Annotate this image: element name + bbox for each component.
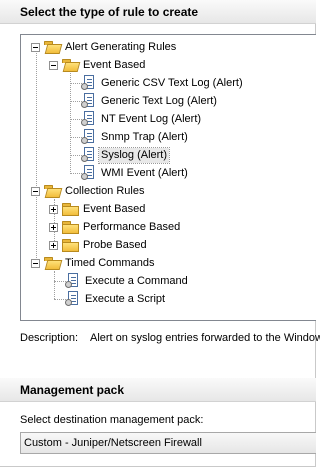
tree-node-collection-rules[interactable]: Collection Rules [31, 182, 146, 200]
tree-line [54, 271, 55, 299]
script-icon [65, 291, 79, 307]
management-pack-header: Management pack [0, 378, 316, 402]
description-label: Description: [20, 332, 79, 344]
tree-line [70, 71, 71, 174]
tree-node-label: Execute a Script [85, 292, 166, 305]
tree-node-label: Execute a Command [85, 274, 188, 287]
tree-node-label: WMI Event (Alert) [101, 166, 188, 179]
tree-node-label: Event Based [83, 58, 146, 71]
tree-node-label: Timed Commands [65, 256, 155, 269]
folder-open-icon [62, 59, 78, 71]
tree-node-timed-commands[interactable]: Timed Commands [31, 254, 156, 272]
rule-icon [81, 129, 95, 145]
rule-icon [81, 111, 95, 127]
tree-node-label: Syslog (Alert) [97, 146, 171, 164]
tree-node-collection-event-based[interactable]: Event Based [49, 200, 147, 218]
tree-node-snmp-trap-alert[interactable]: Snmp Trap (Alert) [81, 128, 190, 146]
tree-node-execute-script[interactable]: Execute a Script [65, 290, 167, 308]
rule-icon [81, 93, 95, 109]
tree-node-execute-command[interactable]: Execute a Command [65, 272, 190, 290]
collapse-icon[interactable] [31, 42, 40, 52]
folder-open-icon [44, 185, 60, 197]
tree-node-label: Collection Rules [65, 184, 145, 197]
description-text: Alert on syslog entries forwarded to the… [90, 332, 320, 344]
tree-node-label: Generic CSV Text Log (Alert) [101, 76, 243, 89]
tree-node-label: Event Based [83, 202, 146, 215]
folder-open-icon [44, 257, 60, 269]
tree-node-wmi-event-alert[interactable]: WMI Event (Alert) [81, 164, 190, 182]
tree-node-label: Performance Based [83, 220, 181, 233]
management-pack-title: Management pack [20, 383, 125, 397]
folder-icon [62, 221, 79, 234]
tree-node-alert-rules[interactable]: Alert Generating Rules [31, 38, 178, 56]
rule-icon [81, 147, 95, 163]
tree-node-performance-based[interactable]: Performance Based [49, 218, 182, 236]
expand-icon[interactable] [49, 222, 58, 232]
management-pack-select-label: Select destination management pack: [20, 414, 204, 426]
expand-icon[interactable] [49, 240, 58, 250]
tree-node-label: Alert Generating Rules [65, 40, 177, 53]
tree-node-generic-csv-alert[interactable]: Generic CSV Text Log (Alert) [81, 74, 245, 92]
rule-icon [81, 165, 95, 181]
tree-node-alert-event-based[interactable]: Event Based [49, 56, 147, 74]
rule-type-title: Select the type of rule to create [20, 5, 199, 19]
collapse-icon[interactable] [49, 60, 58, 70]
rule-type-header: Select the type of rule to create [0, 0, 316, 24]
folder-open-icon [44, 41, 60, 53]
folder-icon [62, 203, 79, 216]
collapse-icon[interactable] [31, 258, 40, 268]
tree-line [36, 47, 37, 266]
tree-node-label: Generic Text Log (Alert) [101, 94, 217, 107]
tree-node-label: Probe Based [83, 238, 147, 251]
rule-icon [81, 75, 95, 91]
tree-node-generic-text-alert[interactable]: Generic Text Log (Alert) [81, 92, 219, 110]
rule-type-tree[interactable]: Alert Generating Rules Event Based Gener… [20, 34, 316, 321]
expand-icon[interactable] [49, 204, 58, 214]
tree-node-syslog-alert[interactable]: Syslog (Alert) [81, 146, 171, 164]
management-pack-dropdown[interactable]: Custom - Juniper/Netscreen Firewall [20, 432, 316, 454]
management-pack-selected: Custom - Juniper/Netscreen Firewall [24, 437, 202, 449]
folder-icon [62, 239, 79, 252]
command-icon [65, 273, 79, 289]
tree-node-probe-based[interactable]: Probe Based [49, 236, 149, 254]
collapse-icon[interactable] [31, 186, 40, 196]
tree-node-label: NT Event Log (Alert) [101, 112, 202, 125]
tree-node-nt-event-alert[interactable]: NT Event Log (Alert) [81, 110, 203, 128]
tree-node-label: Snmp Trap (Alert) [101, 130, 188, 143]
